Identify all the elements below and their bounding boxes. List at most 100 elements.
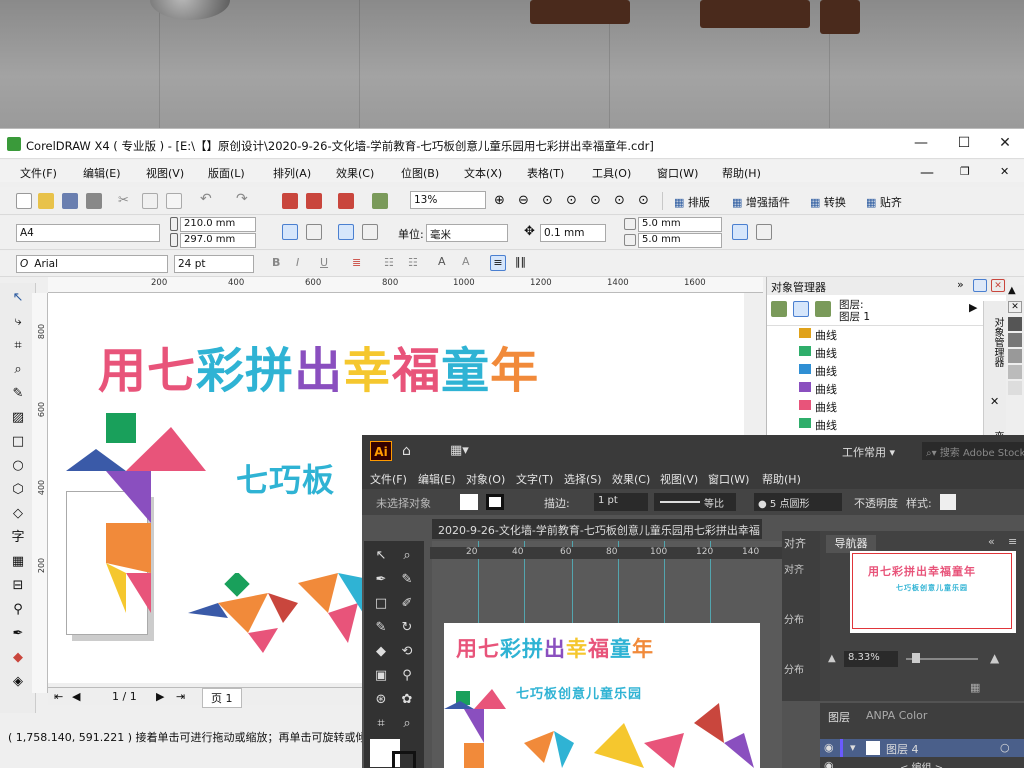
ai-menu-object[interactable]: 对象(O)	[466, 471, 505, 487]
first-page-icon[interactable]: ⇤	[54, 690, 63, 703]
stroke-weight-field[interactable]: 1 pt	[594, 493, 648, 511]
curve-item[interactable]: 曲线	[799, 363, 837, 379]
underline-icon[interactable]: U	[320, 256, 328, 269]
unit-select[interactable]: 毫米	[426, 224, 508, 242]
bullet-icon[interactable]: ☷	[384, 256, 394, 269]
navigator-preview[interactable]: 用七彩拼出幸福童年 七巧板创意儿童乐园	[850, 551, 1016, 633]
open-icon[interactable]	[38, 193, 54, 209]
zoom-in-icon[interactable]: ⊕	[494, 193, 510, 209]
plugin-button[interactable]: ▦ 增强插件	[732, 194, 790, 210]
doc-restore-icon[interactable]: ❐	[960, 165, 970, 178]
ai-menu-edit[interactable]: 编辑(E)	[418, 471, 456, 487]
curve-item[interactable]: 曲线	[799, 345, 837, 361]
ai-menu-effect[interactable]: 效果(C)	[612, 471, 650, 487]
page-size-select[interactable]: A4	[16, 224, 160, 242]
prev-page-icon[interactable]: ◀	[72, 690, 80, 703]
color-swatch[interactable]	[1008, 333, 1022, 347]
color-swatch[interactable]	[1008, 365, 1022, 379]
copy-icon[interactable]	[142, 193, 158, 209]
edit-across-layers-icon[interactable]	[793, 301, 809, 317]
ai-zoom-icon[interactable]: ⌕	[398, 715, 416, 733]
print-icon[interactable]	[86, 193, 102, 209]
arrange-docs-icon[interactable]: ▦▾	[450, 443, 469, 458]
ai-menu-window[interactable]: 窗口(W)	[708, 471, 749, 487]
current-page-icon[interactable]	[362, 224, 378, 240]
zoom-width-icon[interactable]: ⊙	[614, 193, 630, 209]
shape-tool-icon[interactable]: ⤷	[9, 313, 27, 331]
page-width-field[interactable]: 210.0 mm	[180, 217, 256, 232]
new-icon[interactable]	[16, 193, 32, 209]
panel-expand-icon[interactable]: »	[957, 278, 964, 291]
treat-as-filled-icon[interactable]	[732, 224, 748, 240]
eraser-icon[interactable]: ◆	[372, 643, 390, 661]
visibility-eye-icon[interactable]: ◉	[824, 759, 834, 768]
zoom-page-icon[interactable]: ⊙	[590, 193, 606, 209]
opacity-label[interactable]: 不透明度	[854, 495, 898, 511]
pencil-icon[interactable]: ✎	[372, 619, 390, 637]
zoom-in-mountain-icon[interactable]: ▲	[990, 651, 999, 665]
menu-tools[interactable]: 工具(O)	[592, 165, 631, 181]
layer-target-icon[interactable]: ○	[1000, 741, 1010, 754]
curve-item[interactable]: 曲线	[799, 417, 837, 433]
ai-artboard[interactable]: 用七彩拼出幸福童年 七巧板创意儿童乐园	[444, 623, 760, 768]
fill-swatch[interactable]	[460, 494, 478, 510]
ai-menu-help[interactable]: 帮助(H)	[762, 471, 801, 487]
curvature-tool-icon[interactable]: ✎	[398, 571, 416, 589]
table-tool-icon[interactable]: ▦	[9, 553, 27, 571]
launcher-icon[interactable]	[338, 193, 354, 209]
font-size-select[interactable]: 24 pt	[174, 255, 254, 273]
panel-close-icon[interactable]: ✕	[991, 279, 1005, 292]
paste-icon[interactable]	[166, 193, 182, 209]
navigator-options-icon[interactable]: ▦	[970, 681, 980, 694]
outline-tool-icon[interactable]: ✒	[9, 625, 27, 643]
menu-file[interactable]: 文件(F)	[20, 165, 57, 181]
layer-menu-icon[interactable]: ▶	[969, 301, 977, 314]
welcome-icon[interactable]	[372, 193, 388, 209]
interactive-fill-icon[interactable]: ◈	[9, 673, 27, 691]
ai-rectangle-tool-icon[interactable]: □	[372, 595, 390, 613]
edit-text-icon[interactable]: A	[438, 255, 446, 268]
page-height-field[interactable]: 297.0 mm	[180, 233, 256, 248]
stock-search-input[interactable]: ⌕▾ 搜索 Adobe Stock	[922, 442, 1024, 460]
layer-row[interactable]: ◉ ▾ 图层 4 ○	[820, 739, 1024, 757]
rectangle-tool-icon[interactable]: □	[9, 433, 27, 451]
redo-icon[interactable]: ↷	[236, 191, 252, 207]
nudge-field[interactable]: 0.1 mm	[540, 224, 606, 242]
ellipse-tool-icon[interactable]: ○	[9, 457, 27, 475]
document-tab[interactable]: 2020-9-26-文化墙-学前教育-七巧板创意儿童乐园用七彩拼出幸福	[432, 519, 762, 539]
landscape-icon[interactable]	[306, 224, 322, 240]
page-tab[interactable]: 页 1	[202, 688, 242, 708]
layout-button[interactable]: ▦ 排版	[674, 194, 710, 210]
menu-view[interactable]: 视图(V)	[146, 165, 184, 181]
menu-edit[interactable]: 编辑(E)	[83, 165, 121, 181]
doc-close-icon[interactable]: ✕	[1000, 165, 1009, 178]
menu-text[interactable]: 文本(X)	[464, 165, 502, 181]
dropcap-icon[interactable]: ☷	[408, 256, 418, 269]
last-page-icon[interactable]: ⇥	[176, 690, 185, 703]
no-color-swatch[interactable]: ✕	[1008, 301, 1022, 313]
save-icon[interactable]	[62, 193, 78, 209]
portrait-icon[interactable]	[282, 224, 298, 240]
polygon-tool-icon[interactable]: ⬡	[9, 481, 27, 499]
gradient-icon[interactable]: ▣	[372, 667, 390, 685]
menu-table[interactable]: 表格(T)	[527, 165, 564, 181]
menu-layout[interactable]: 版面(L)	[208, 165, 245, 181]
variable-width-profile[interactable]: 等比	[654, 493, 736, 511]
home-icon[interactable]: ⌂	[402, 443, 411, 459]
align-icon[interactable]: ≣	[352, 256, 361, 269]
ai-menu-select[interactable]: 选择(S)	[564, 471, 602, 487]
layer-manager-icon[interactable]	[815, 301, 831, 317]
duplicate-y-field[interactable]: 5.0 mm	[638, 233, 722, 248]
color-swatch[interactable]	[1008, 381, 1022, 395]
style-swatch[interactable]	[940, 494, 956, 510]
maximize-icon[interactable]: ☐	[953, 135, 975, 153]
format-text-icon[interactable]: A	[462, 255, 470, 268]
next-page-icon[interactable]: ▶	[156, 690, 164, 703]
panel-menu-icon[interactable]: ≡	[1008, 535, 1017, 548]
doc-minimize-icon[interactable]: —	[920, 165, 934, 181]
color-swatch[interactable]	[1008, 349, 1022, 363]
zoom-out-icon[interactable]: ⊖	[518, 193, 534, 209]
shape-builder-icon[interactable]: ⊛	[372, 691, 390, 709]
palette-scroll-up-icon[interactable]: ▲	[1008, 285, 1016, 296]
pick-tool-icon[interactable]: ↖	[9, 289, 27, 307]
